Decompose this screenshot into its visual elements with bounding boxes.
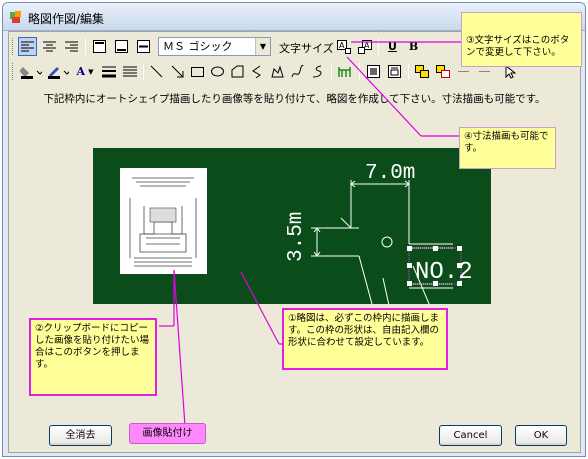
align-left-icon <box>21 41 34 52</box>
pen-icon <box>48 66 69 79</box>
bold-button[interactable]: B <box>404 37 423 56</box>
text-color-button[interactable]: A ▼ <box>72 62 98 81</box>
text-color-icon: A <box>76 65 86 78</box>
bring-front-button[interactable] <box>364 62 383 81</box>
ellipse-tool-button[interactable] <box>208 62 227 81</box>
separator <box>359 63 360 80</box>
polyline-tool-button[interactable] <box>248 62 267 81</box>
ok-label: OK <box>533 430 549 441</box>
dim-left-label: 3.5m <box>285 212 308 262</box>
dimension-icon <box>338 67 351 77</box>
fill-color-button[interactable] <box>18 62 44 81</box>
line-style-button[interactable] <box>120 62 140 81</box>
cancel-button[interactable]: Cancel <box>439 425 502 446</box>
arrow-tool-button[interactable] <box>168 62 187 81</box>
valign-top-icon <box>93 40 106 53</box>
line-tool-button[interactable] <box>147 62 166 81</box>
cancel-label: Cancel <box>453 430 488 441</box>
freeform-tool-button[interactable] <box>268 62 287 81</box>
underline-button[interactable]: U <box>383 37 402 56</box>
note-dimension-text: ④寸法描画も可能です。 <box>464 131 549 154</box>
line-weight-button[interactable] <box>99 62 119 81</box>
font-size-label: 文字サイズ <box>279 42 334 55</box>
align-left-button[interactable] <box>18 37 37 56</box>
separator <box>143 63 144 80</box>
scribble-icon <box>312 65 322 78</box>
bring-front-icon <box>367 65 380 78</box>
drawing-canvas[interactable]: 7.0m 3.5m NO.2 <box>93 148 491 304</box>
font-size-small-icon: A <box>337 39 351 54</box>
curve-icon <box>291 65 304 78</box>
line-style-icon <box>123 66 137 76</box>
separator <box>85 38 86 55</box>
align-right-icon <box>65 41 78 52</box>
window-title: 略図作図/編集 <box>28 12 105 26</box>
ungroup-button[interactable] <box>433 62 452 81</box>
valign-top-button[interactable] <box>90 37 109 56</box>
dim-top-label: 7.0m <box>365 162 415 185</box>
client-area: ＭＳ ゴシック ▼ 文字サイズ A A U B A ▼ 下記枠内にオートシェイプ… <box>8 12 582 453</box>
polygon-icon <box>231 65 244 78</box>
note-canvas-text: ①略図は、必ずこの枠内に描画します。この枠の形状は、自由記入欄の形状に合わせて設… <box>288 313 440 348</box>
dimension-tool-button[interactable] <box>335 62 354 81</box>
valign-bottom-button[interactable] <box>112 37 131 56</box>
chevron-down-icon[interactable]: ▼ <box>255 38 270 55</box>
toolbar-grip[interactable] <box>12 63 15 80</box>
align-right-button[interactable] <box>62 37 81 56</box>
rectangle-icon <box>191 67 204 77</box>
separator <box>378 38 379 55</box>
separator <box>408 63 409 80</box>
app-icon <box>10 11 21 23</box>
separator <box>331 63 332 80</box>
line-weight-icon <box>102 66 116 77</box>
polyline-icon <box>252 65 261 78</box>
ellipse-icon <box>211 66 224 77</box>
svg-text:A: A <box>339 41 345 50</box>
scribble-tool-button[interactable] <box>308 62 327 81</box>
paste-image-label: 画像貼付け <box>142 428 193 439</box>
no-label: NO.2 <box>415 259 473 286</box>
instruction-text: 下記枠内にオートシェイプ描画したり画像等を貼り付けて、略図を作成して下さい。寸法… <box>43 93 546 105</box>
rectangle-tool-button[interactable] <box>188 62 207 81</box>
send-back-button[interactable] <box>385 62 404 81</box>
clear-all-label: 全消去 <box>65 430 96 441</box>
send-back-icon <box>388 65 401 78</box>
clear-all-button[interactable]: 全消去 <box>49 425 112 446</box>
note-font-size-text: ③文字サイズはこのボタンで変更して下さい。 <box>466 35 570 58</box>
toolbar-grip[interactable] <box>12 38 15 55</box>
valign-bottom-icon <box>115 40 128 53</box>
paste-image-button[interactable]: 画像貼付け <box>129 423 206 444</box>
chevron-down-icon: ▼ <box>88 67 94 76</box>
line-color-button[interactable] <box>45 62 71 81</box>
arrow-icon <box>171 65 184 78</box>
polygon-tool-button[interactable] <box>228 62 247 81</box>
curve-tool-button[interactable] <box>288 62 307 81</box>
window: 略図作図/編集 ＭＳ ゴシック ▼ 文字サイズ A A U B A ▼ 下記枠内… <box>2 2 586 457</box>
font-size-large-icon: A <box>358 39 372 54</box>
group-button[interactable] <box>412 62 431 81</box>
ungroup-icon <box>435 65 450 78</box>
font-size-increase-button[interactable]: A <box>356 37 375 56</box>
note-paste-text: ②クリップボードにコピーした画像を貼り付けたい場合はこのボタンを押します。 <box>35 323 150 370</box>
layout-sketch: 7.0m 3.5m NO.2 <box>285 162 473 304</box>
line-icon <box>150 65 163 78</box>
bold-icon: B <box>408 40 419 53</box>
ok-button[interactable]: OK <box>515 425 567 446</box>
group-icon <box>414 65 429 78</box>
font-size-decrease-button[interactable]: A <box>335 37 354 56</box>
note-dimension: ④寸法描画も可能です。 <box>459 127 556 169</box>
font-name-value: ＭＳ ゴシック <box>163 40 233 53</box>
font-name-select[interactable]: ＭＳ ゴシック ▼ <box>158 37 271 56</box>
underline-icon: U <box>388 40 397 53</box>
align-center-button[interactable] <box>40 37 59 56</box>
align-center-icon <box>43 41 56 52</box>
note-font-size: ③文字サイズはこのボタンで変更して下さい。 <box>461 12 582 67</box>
paint-bucket-icon <box>20 66 42 79</box>
freeform-icon <box>271 65 284 78</box>
note-paste: ②クリップボードにコピーした画像を貼り付けたい場合はこのボタンを押します。 <box>29 318 157 396</box>
valign-middle-button[interactable] <box>134 37 153 56</box>
valign-middle-icon <box>137 40 150 53</box>
note-canvas: ①略図は、必ずこの枠内に描画します。この枠の形状は、自由記入欄の形状に合わせて設… <box>282 308 448 370</box>
